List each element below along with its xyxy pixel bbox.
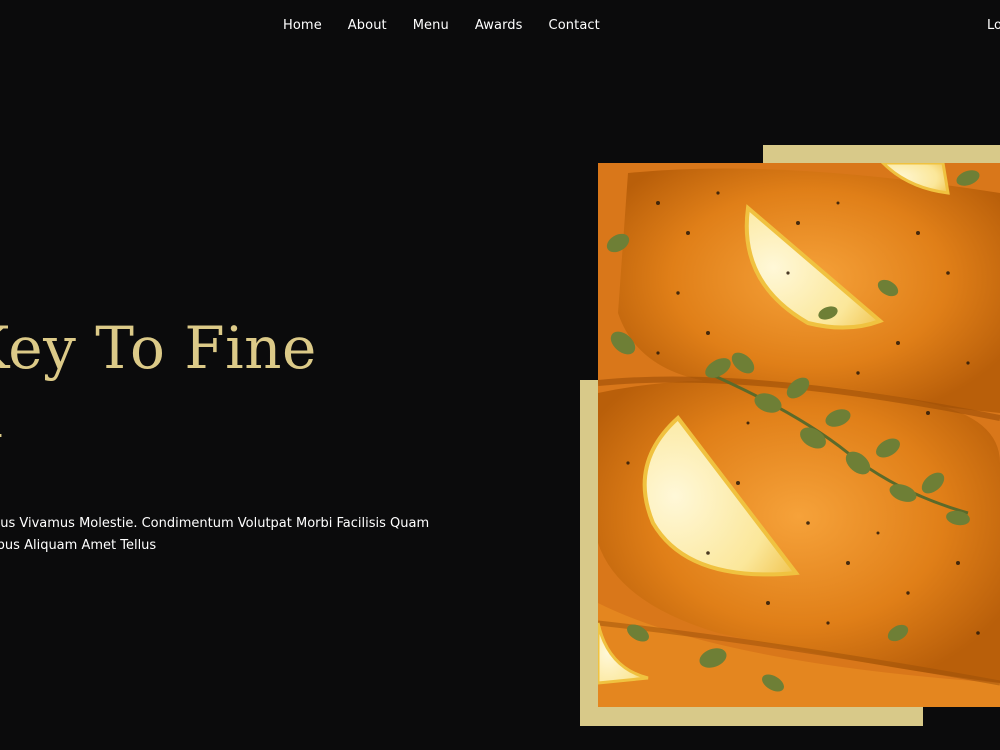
salmon-dish-photo — [598, 163, 1000, 707]
nav-about[interactable]: About — [348, 18, 387, 33]
login-link[interactable]: Lo — [987, 18, 1000, 33]
hero-description-line1: ectus Vivamus Molestie. Condimentum Volu… — [0, 516, 430, 531]
hero-description-line2: atibus Aliquam Amet Tellus — [0, 538, 157, 553]
nav-menu[interactable]: Menu — [413, 18, 449, 33]
hero-headline-line2: g — [0, 396, 317, 492]
main-nav: Home About Menu Awards Contact — [283, 18, 626, 33]
nav-contact[interactable]: Contact — [549, 18, 600, 33]
nav-awards[interactable]: Awards — [475, 18, 523, 33]
nav-home[interactable]: Home — [283, 18, 322, 33]
hero-headline: Key To Fine g — [0, 300, 317, 492]
hero-headline-line1: Key To Fine — [0, 314, 317, 382]
hero-description: ectus Vivamus Molestie. Condimentum Volu… — [0, 513, 429, 557]
